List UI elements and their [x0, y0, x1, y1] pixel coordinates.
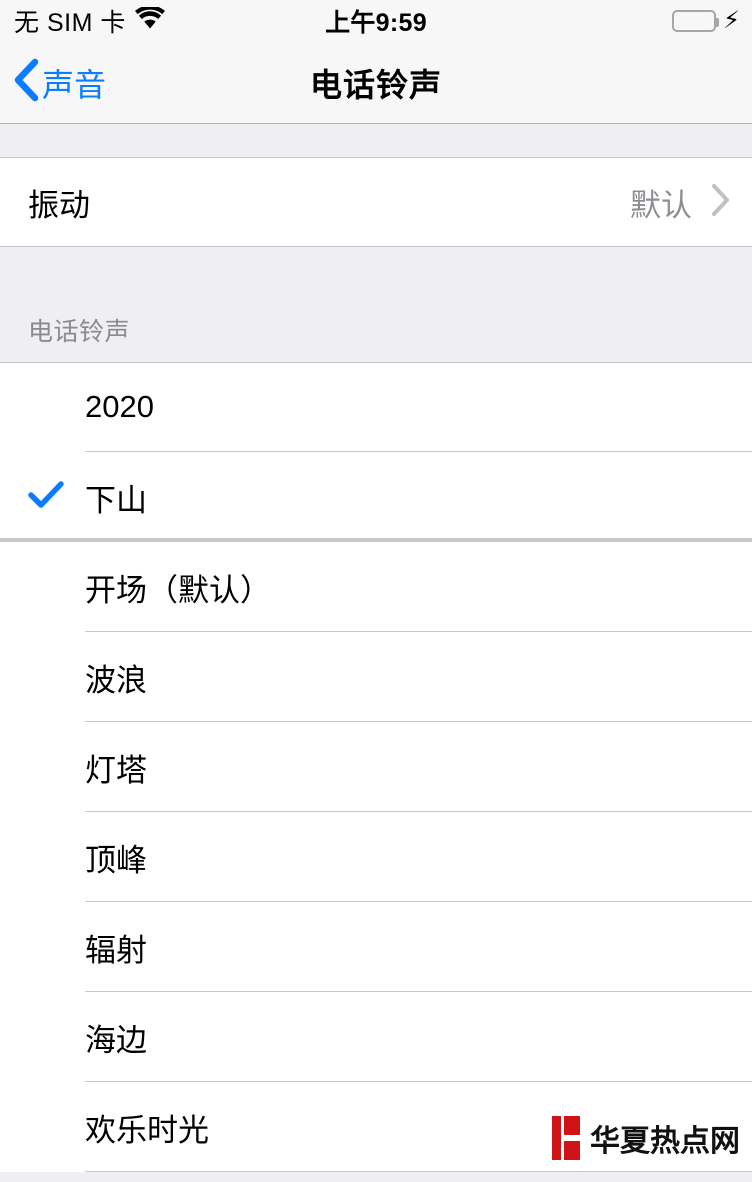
- ringtone-label: 灯塔: [85, 752, 147, 788]
- lightning-bolt-icon: ⚡: [723, 7, 740, 34]
- navigation-bar: 声音 电话铃声: [0, 42, 752, 124]
- row-hairline-top: [0, 362, 752, 363]
- ringtone-row-kaichang[interactable]: 开场（默认）: [0, 542, 752, 632]
- ringtone-label: 开场（默认）: [85, 572, 271, 608]
- back-button[interactable]: 声音: [12, 57, 106, 108]
- section-header-label: 电话铃声: [28, 318, 131, 346]
- phone-screen: 无 SIM 卡 上午9:59 ⚡ 声音 电话铃声 振动 默认 电话铃声 2020…: [0, 0, 752, 1182]
- page-title: 电话铃声: [309, 66, 442, 103]
- group-spacer-top: [0, 124, 752, 157]
- status-bar: 无 SIM 卡 上午9:59 ⚡: [0, 0, 752, 42]
- ringtone-row-fushe[interactable]: 辐射: [0, 902, 752, 992]
- ringtone-label: 顶峰: [85, 842, 147, 878]
- ringtone-label: 2020: [85, 389, 154, 424]
- status-bar-center: 上午9:59: [0, 0, 752, 42]
- chevron-right-icon: [710, 183, 730, 222]
- ringtone-row-bolang[interactable]: 波浪: [0, 632, 752, 722]
- ringtone-list: 2020 下山 开场（默认） 波浪 灯塔 顶峰 辐射 海边 欢乐时光: [0, 362, 752, 1172]
- ringtone-label: 下山: [85, 482, 147, 518]
- ringtone-label: 波浪: [85, 662, 147, 698]
- clock-label: 上午9:59: [325, 9, 427, 37]
- vibration-label: 振动: [28, 187, 90, 223]
- row-hairline-bottom: [0, 246, 752, 247]
- checkmark-slot: [0, 480, 85, 514]
- ringtone-row-2020[interactable]: 2020: [0, 362, 752, 452]
- chevron-left-icon: [12, 57, 40, 108]
- ringtone-label: 海边: [85, 1022, 147, 1058]
- section-header-ringtones: 电话铃声: [0, 247, 752, 362]
- checkmark-icon: [27, 480, 64, 514]
- vibration-row[interactable]: 振动 默认: [0, 157, 752, 247]
- status-bar-right: ⚡: [672, 0, 740, 42]
- ringtone-label: 欢乐时光: [85, 1112, 209, 1148]
- ringtone-row-dengta[interactable]: 灯塔: [0, 722, 752, 812]
- back-button-label: 声音: [42, 66, 107, 103]
- vibration-row-right: 默认: [630, 180, 730, 225]
- ringtone-row-dingfeng[interactable]: 顶峰: [0, 812, 752, 902]
- row-separator: [85, 1171, 752, 1172]
- vibration-value: 默认: [630, 187, 692, 223]
- battery-nub: [715, 18, 720, 27]
- ringtone-row-huanleshiguang[interactable]: 欢乐时光: [0, 1082, 752, 1172]
- ringtone-row-haibian[interactable]: 海边: [0, 992, 752, 1082]
- battery-icon: [672, 10, 720, 32]
- ringtone-label: 辐射: [85, 932, 147, 968]
- ringtone-row-xiashan[interactable]: 下山: [0, 452, 752, 542]
- row-hairline-top: [0, 157, 752, 158]
